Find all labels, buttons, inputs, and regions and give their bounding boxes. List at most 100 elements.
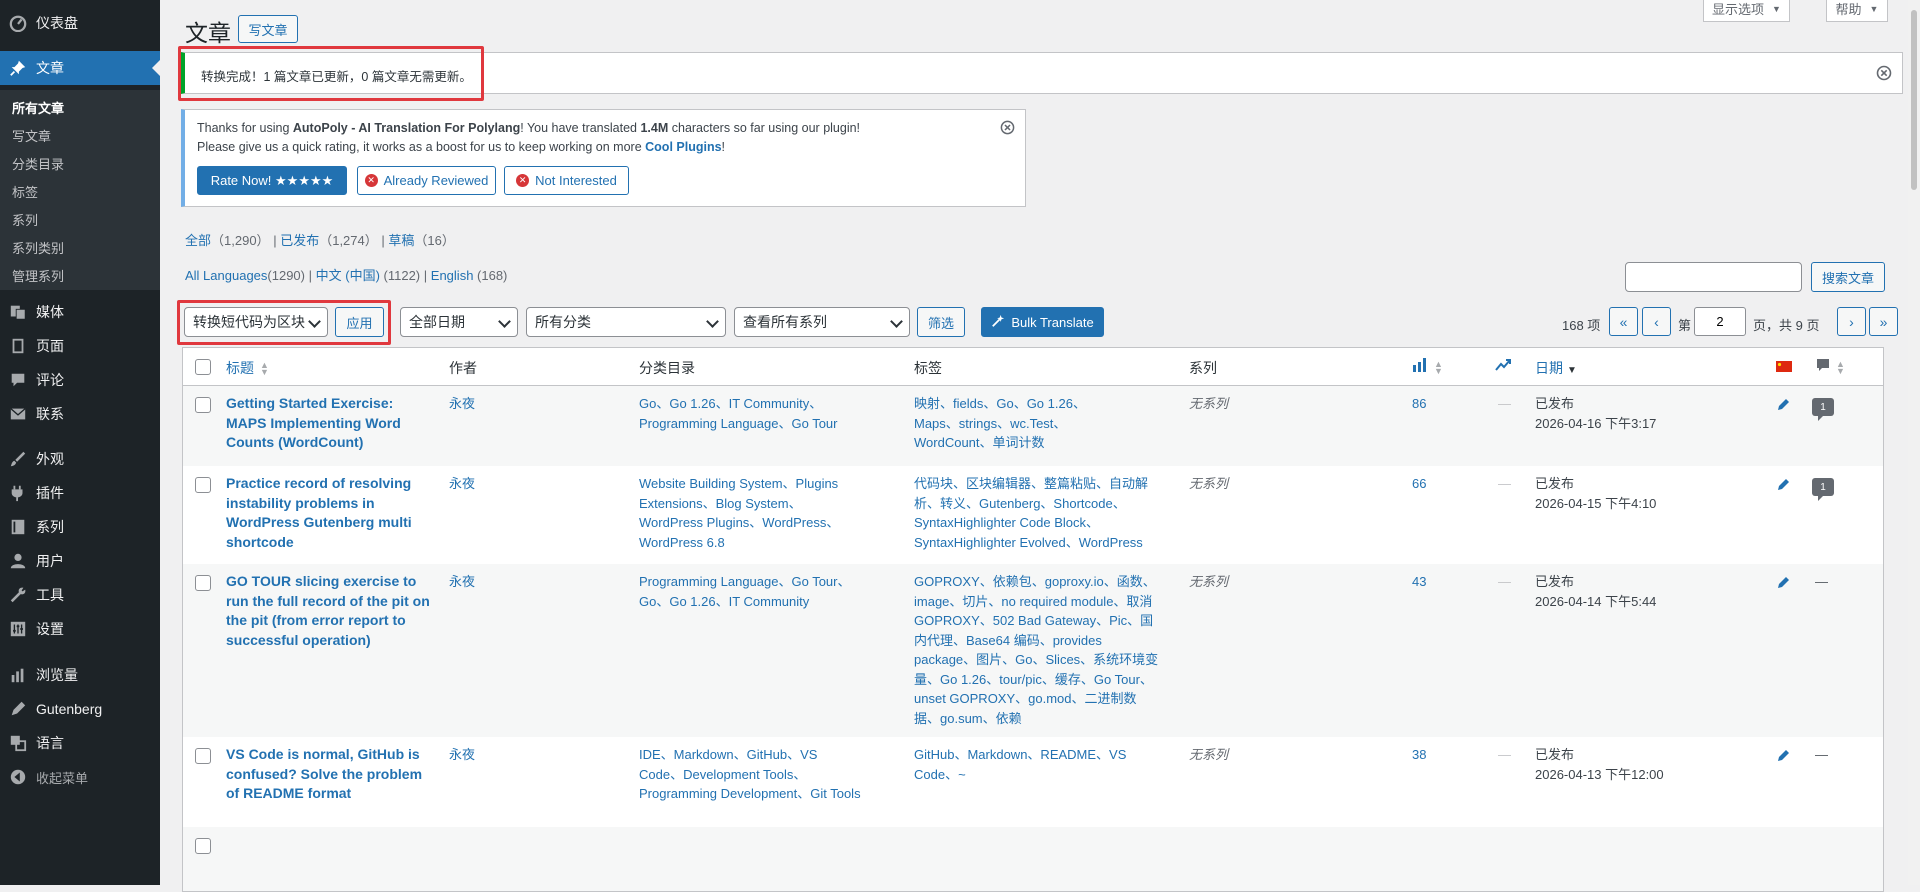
- bulk-translate-button[interactable]: Bulk Translate: [981, 307, 1104, 337]
- next-page-button[interactable]: ›: [1837, 307, 1866, 336]
- post-categories[interactable]: Go、Go 1.26、IT Community、Programming Lang…: [639, 394, 849, 433]
- column-trend[interactable]: [1495, 358, 1511, 375]
- menu-gutenberg[interactable]: Gutenberg: [0, 692, 160, 726]
- edit-translation-pencil-icon[interactable]: [1776, 478, 1790, 495]
- already-reviewed-button[interactable]: ✕ Already Reviewed: [357, 166, 496, 195]
- post-tags[interactable]: GitHub、Markdown、README、VS Code、~: [914, 745, 1159, 784]
- lang-en-link[interactable]: English: [431, 268, 474, 283]
- post-comments: —: [1815, 574, 1828, 589]
- menu-settings[interactable]: 设置: [0, 612, 160, 646]
- menu-views[interactable]: 浏览量: [0, 658, 160, 692]
- screen-options-button[interactable]: 显示选项 ▼: [1703, 0, 1790, 22]
- menu-plugins[interactable]: 插件: [0, 476, 160, 510]
- row-checkbox[interactable]: [195, 575, 211, 591]
- comment-count-bubble[interactable]: 1: [1812, 398, 1834, 421]
- menu-media[interactable]: 媒体: [0, 295, 160, 329]
- post-author-link[interactable]: 永夜: [449, 476, 475, 491]
- post-categories[interactable]: Website Building System、Plugins Extensio…: [639, 474, 849, 552]
- edit-translation-pencil-icon[interactable]: [1776, 398, 1790, 415]
- lang-all-link[interactable]: All Languages: [185, 268, 267, 283]
- edit-translation-pencil-icon[interactable]: [1776, 749, 1790, 766]
- menu-posts[interactable]: 文章: [0, 51, 160, 85]
- view-draft-link[interactable]: 草稿: [388, 233, 414, 248]
- filter-button[interactable]: 筛选: [917, 307, 965, 337]
- menu-collapse[interactable]: 收起菜单: [0, 760, 160, 794]
- first-page-button[interactable]: «: [1609, 307, 1638, 336]
- post-title-link[interactable]: Getting Started Exercise: MAPS Implement…: [226, 394, 436, 453]
- close-circle-icon: ✕: [516, 174, 530, 187]
- row-checkbox[interactable]: [195, 477, 211, 493]
- submenu-series-types[interactable]: 系列类别: [12, 238, 64, 257]
- column-views[interactable]: ▲ ▼: [1412, 358, 1443, 376]
- post-series: 无系列: [1189, 747, 1229, 762]
- search-posts-button[interactable]: 搜索文章: [1811, 262, 1885, 292]
- last-page-button[interactable]: »: [1869, 307, 1898, 336]
- menu-comments[interactable]: 评论: [0, 363, 160, 397]
- admin-sidebar: 仪表盘 文章 所有文章 写文章 分类目录 标签 系列 系列类别 管理系列 媒体 …: [0, 0, 160, 885]
- post-author-link[interactable]: 永夜: [449, 574, 475, 589]
- post-categories[interactable]: Programming Language、Go Tour、Go、Go 1.26、…: [639, 572, 874, 611]
- post-tags[interactable]: GOPROXY、依赖包、goproxy.io、函数、image、切片、no re…: [914, 572, 1159, 728]
- post-tags[interactable]: 代码块、区块编辑器、整篇粘贴、自动解析、转义、Gutenberg、Shortco…: [914, 474, 1149, 552]
- dismiss-icon[interactable]: [1000, 120, 1015, 138]
- scrollbar-thumb[interactable]: [1911, 10, 1917, 190]
- rate-now-button[interactable]: Rate Now! ★★★★★: [197, 166, 347, 195]
- menu-series[interactable]: 系列: [0, 510, 160, 544]
- post-author-link[interactable]: 永夜: [449, 396, 475, 411]
- search-input[interactable]: [1625, 262, 1802, 292]
- post-status: 已发布: [1535, 396, 1575, 411]
- post-views[interactable]: 66: [1412, 474, 1426, 494]
- menu-languages[interactable]: 语言: [0, 726, 160, 760]
- menu-users[interactable]: 用户: [0, 544, 160, 578]
- submenu-categories[interactable]: 分类目录: [12, 154, 64, 173]
- post-title-link[interactable]: Practice record of resolving instability…: [226, 474, 436, 552]
- post-series: 无系列: [1189, 396, 1229, 411]
- category-filter-select[interactable]: 所有分类: [526, 307, 726, 337]
- current-page-input[interactable]: [1694, 307, 1746, 336]
- help-button[interactable]: 帮助 ▼: [1826, 0, 1888, 22]
- lang-count: (168): [473, 268, 508, 283]
- menu-pages[interactable]: 页面: [0, 329, 160, 363]
- select-all-checkbox[interactable]: [195, 359, 211, 375]
- menu-tools[interactable]: 工具: [0, 578, 160, 612]
- prev-page-button[interactable]: ‹: [1642, 307, 1671, 336]
- cool-plugins-link[interactable]: Cool Plugins: [645, 140, 721, 154]
- series-filter-select[interactable]: 查看所有系列: [734, 307, 910, 337]
- page-scrollbar[interactable]: [1908, 0, 1920, 885]
- submenu-add-post[interactable]: 写文章: [12, 126, 51, 145]
- menu-appearance[interactable]: 外观: [0, 442, 160, 476]
- edit-translation-pencil-icon[interactable]: [1776, 576, 1790, 593]
- post-views[interactable]: 38: [1412, 745, 1426, 765]
- post-views[interactable]: 43: [1412, 572, 1426, 592]
- submenu-manage-series[interactable]: 管理系列: [12, 266, 64, 285]
- menu-dashboard[interactable]: 仪表盘: [0, 6, 160, 40]
- row-checkbox[interactable]: [195, 838, 211, 854]
- add-new-post-button[interactable]: 写文章: [238, 15, 298, 43]
- view-all-link[interactable]: 全部: [185, 233, 211, 248]
- post-categories[interactable]: IDE、Markdown、GitHub、VS Code、Development …: [639, 745, 864, 804]
- column-date[interactable]: 日期 ▼: [1535, 358, 1577, 378]
- post-title-link[interactable]: GO TOUR slicing exercise to run the full…: [226, 572, 436, 650]
- post-trend: —: [1498, 574, 1511, 589]
- menu-label: 插件: [36, 485, 64, 501]
- date-filter-select[interactable]: 全部日期: [400, 307, 518, 337]
- not-interested-button[interactable]: ✕ Not Interested: [504, 166, 629, 195]
- row-checkbox[interactable]: [195, 748, 211, 764]
- post-status: 已发布: [1535, 747, 1575, 762]
- post-views[interactable]: 86: [1412, 394, 1426, 414]
- date-filter-value: 全部日期: [409, 314, 465, 330]
- row-checkbox[interactable]: [195, 397, 211, 413]
- comment-count-bubble[interactable]: 1: [1812, 478, 1834, 501]
- submenu-series[interactable]: 系列: [12, 210, 38, 229]
- menu-contact[interactable]: 联系: [0, 397, 160, 431]
- post-title-link[interactable]: VS Code is normal, GitHub is confused? S…: [226, 745, 436, 804]
- column-title[interactable]: 标题 ▲ ▼: [226, 358, 269, 378]
- column-comments[interactable]: ▲ ▼: [1816, 358, 1845, 376]
- submenu-tags[interactable]: 标签: [12, 182, 38, 201]
- submenu-all-posts[interactable]: 所有文章: [12, 98, 64, 117]
- post-author-link[interactable]: 永夜: [449, 747, 475, 762]
- dismiss-icon[interactable]: [1876, 65, 1892, 84]
- post-tags[interactable]: 映射、fields、Go、Go 1.26、Maps、strings、wc.Tes…: [914, 394, 1124, 453]
- view-published-link[interactable]: 已发布: [280, 233, 319, 248]
- lang-zh-link[interactable]: 中文 (中国): [316, 268, 380, 283]
